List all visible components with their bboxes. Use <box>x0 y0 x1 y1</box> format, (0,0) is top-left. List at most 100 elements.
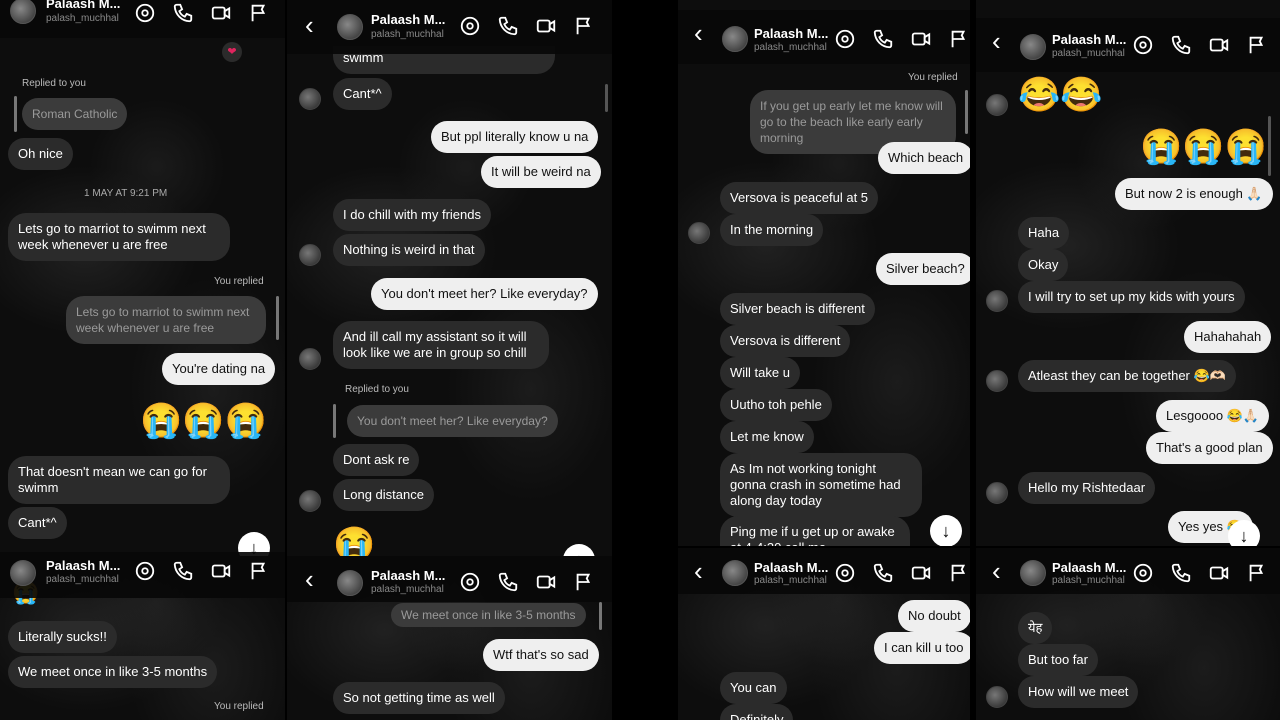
quoted-message[interactable]: We meet once in like 3-5 months <box>391 603 586 627</box>
message-incoming[interactable]: And ill call my assistant so it will loo… <box>333 321 549 369</box>
phone-icon[interactable] <box>172 2 194 24</box>
emoji-message[interactable]: 😭 <box>333 526 375 556</box>
heart-reaction[interactable]: ❤ <box>222 42 242 62</box>
profile-avatar[interactable] <box>1020 560 1046 586</box>
contact-name[interactable]: Palaash M... <box>1052 32 1126 47</box>
phone-icon[interactable] <box>872 562 894 584</box>
emoji-message[interactable]: 😭😭😭 <box>1140 128 1267 166</box>
phone-icon[interactable] <box>497 15 519 37</box>
link-icon[interactable] <box>1132 34 1154 56</box>
flag-icon[interactable] <box>248 560 270 582</box>
back-arrow-icon[interactable]: ‹ <box>305 566 314 592</box>
flag-icon[interactable] <box>248 2 270 24</box>
message-incoming[interactable]: You can <box>720 672 787 704</box>
message-outgoing[interactable]: You don't meet her? Like everyday? <box>371 278 598 310</box>
message-incoming[interactable]: In the morning <box>720 214 824 246</box>
quoted-message[interactable]: Roman Catholic <box>22 98 128 130</box>
phone-icon[interactable] <box>872 28 894 50</box>
message-incoming[interactable]: As Im not working tonight gonna crash in… <box>720 453 922 517</box>
message-incoming[interactable]: येह <box>1018 612 1053 644</box>
message-incoming[interactable]: Literally sucks!! <box>8 621 117 653</box>
flag-icon[interactable] <box>573 571 595 593</box>
video-call-icon[interactable] <box>210 560 232 582</box>
flag-icon[interactable] <box>573 15 595 37</box>
flag-icon[interactable] <box>948 28 970 50</box>
message-outgoing[interactable]: But ppl literally know u na <box>431 121 599 153</box>
link-icon[interactable] <box>1132 562 1154 584</box>
message-incoming[interactable]: That doesn't mean we can go for swimm <box>8 456 230 504</box>
message-incoming[interactable]: Oh nice <box>8 138 73 170</box>
message-incoming[interactable]: Haha <box>1018 217 1070 249</box>
scrollbar[interactable] <box>605 84 608 112</box>
message-incoming[interactable]: Lets go to marriot to swimm next week wh… <box>8 213 230 261</box>
flag-icon[interactable] <box>948 562 970 584</box>
message-outgoing[interactable]: You're dating na <box>162 353 276 385</box>
message-outgoing[interactable]: But now 2 is enough 🙏🏻 <box>1115 178 1273 210</box>
contact-name[interactable]: Palaash M... <box>754 26 828 41</box>
message-incoming[interactable]: Nothing is weird in that <box>333 234 485 266</box>
back-arrow-icon[interactable]: ‹ <box>992 558 1001 584</box>
profile-avatar[interactable] <box>722 26 748 52</box>
link-icon[interactable] <box>834 562 856 584</box>
quoted-message[interactable]: Lets go to marriot to swimm next week wh… <box>66 296 266 344</box>
back-arrow-icon[interactable]: ‹ <box>694 558 703 584</box>
video-call-icon[interactable] <box>535 571 557 593</box>
emoji-message[interactable]: 😭😭😭 <box>140 402 267 440</box>
profile-avatar[interactable] <box>722 560 748 586</box>
link-icon[interactable] <box>134 560 156 582</box>
message-incoming[interactable]: Hello my Rishtedaar <box>1018 472 1156 504</box>
contact-name[interactable]: Palaash M... <box>1052 560 1126 575</box>
message-incoming[interactable]: Atleast they can be together 😂🫶🏻 <box>1018 360 1236 392</box>
contact-name[interactable]: Palaash M... <box>754 560 828 575</box>
message-incoming[interactable]: How will we meet <box>1018 676 1139 708</box>
link-icon[interactable] <box>459 571 481 593</box>
contact-name[interactable]: Palaash M... <box>371 12 445 27</box>
message-incoming[interactable]: Cant*^ <box>8 507 67 539</box>
profile-avatar[interactable] <box>10 0 36 24</box>
message-outgoing[interactable]: That's a good plan <box>1146 432 1273 464</box>
back-arrow-icon[interactable]: ‹ <box>694 20 703 46</box>
profile-avatar[interactable] <box>1020 34 1046 60</box>
message-incoming[interactable]: Versova is different <box>720 325 851 357</box>
contact-name[interactable]: Palaash M... <box>46 0 120 11</box>
message-incoming[interactable]: I do chill with my friends <box>333 199 491 231</box>
contact-name[interactable]: Palaash M... <box>371 568 445 583</box>
link-icon[interactable] <box>459 15 481 37</box>
scrollbar[interactable] <box>1268 116 1271 176</box>
video-call-icon[interactable] <box>210 2 232 24</box>
phone-icon[interactable] <box>1170 34 1192 56</box>
message-incoming[interactable]: Okay <box>1018 249 1069 281</box>
profile-avatar[interactable] <box>10 560 36 586</box>
message-incoming[interactable]: I will try to set up my kids with yours <box>1018 281 1245 313</box>
video-call-icon[interactable] <box>910 28 932 50</box>
link-icon[interactable] <box>834 28 856 50</box>
video-call-icon[interactable] <box>535 15 557 37</box>
message-incoming[interactable]: Will take u <box>720 357 800 389</box>
message-incoming[interactable]: We meet once in like 3-5 months <box>8 656 218 688</box>
flag-icon[interactable] <box>1246 562 1268 584</box>
video-call-icon[interactable] <box>910 562 932 584</box>
profile-avatar[interactable] <box>337 570 363 596</box>
video-call-icon[interactable] <box>1208 34 1230 56</box>
message-outgoing[interactable]: Wtf that's so sad <box>483 639 599 671</box>
back-arrow-icon[interactable]: ‹ <box>992 28 1001 54</box>
scroll-down-button[interactable]: ↓ <box>930 515 962 546</box>
message-incoming[interactable]: Silver beach is different <box>720 293 875 325</box>
video-call-icon[interactable] <box>1208 562 1230 584</box>
message-outgoing[interactable]: No doubt <box>898 600 970 632</box>
message-incoming[interactable]: Cant*^ <box>333 78 392 110</box>
phone-icon[interactable] <box>1170 562 1192 584</box>
message-incoming[interactable]: Ping me if u get up or awake at 4-4:30 c… <box>720 516 910 546</box>
message-incoming[interactable]: Versova is peaceful at 5 <box>720 182 879 214</box>
link-icon[interactable] <box>134 2 156 24</box>
message-incoming[interactable]: But too far <box>1018 644 1098 676</box>
message-outgoing[interactable]: Lesgoooo 😂🙏🏻 <box>1156 400 1270 432</box>
back-arrow-icon[interactable]: ‹ <box>305 12 314 38</box>
message-incoming[interactable]: Dont ask re <box>333 444 420 476</box>
message-incoming[interactable]: Definitely <box>720 704 794 720</box>
message-outgoing[interactable]: It will be weird na <box>481 156 601 188</box>
message-outgoing[interactable]: I can kill u too <box>874 632 970 664</box>
phone-icon[interactable] <box>497 571 519 593</box>
message-incoming[interactable]: Long distance <box>333 479 434 511</box>
profile-avatar[interactable] <box>337 14 363 40</box>
